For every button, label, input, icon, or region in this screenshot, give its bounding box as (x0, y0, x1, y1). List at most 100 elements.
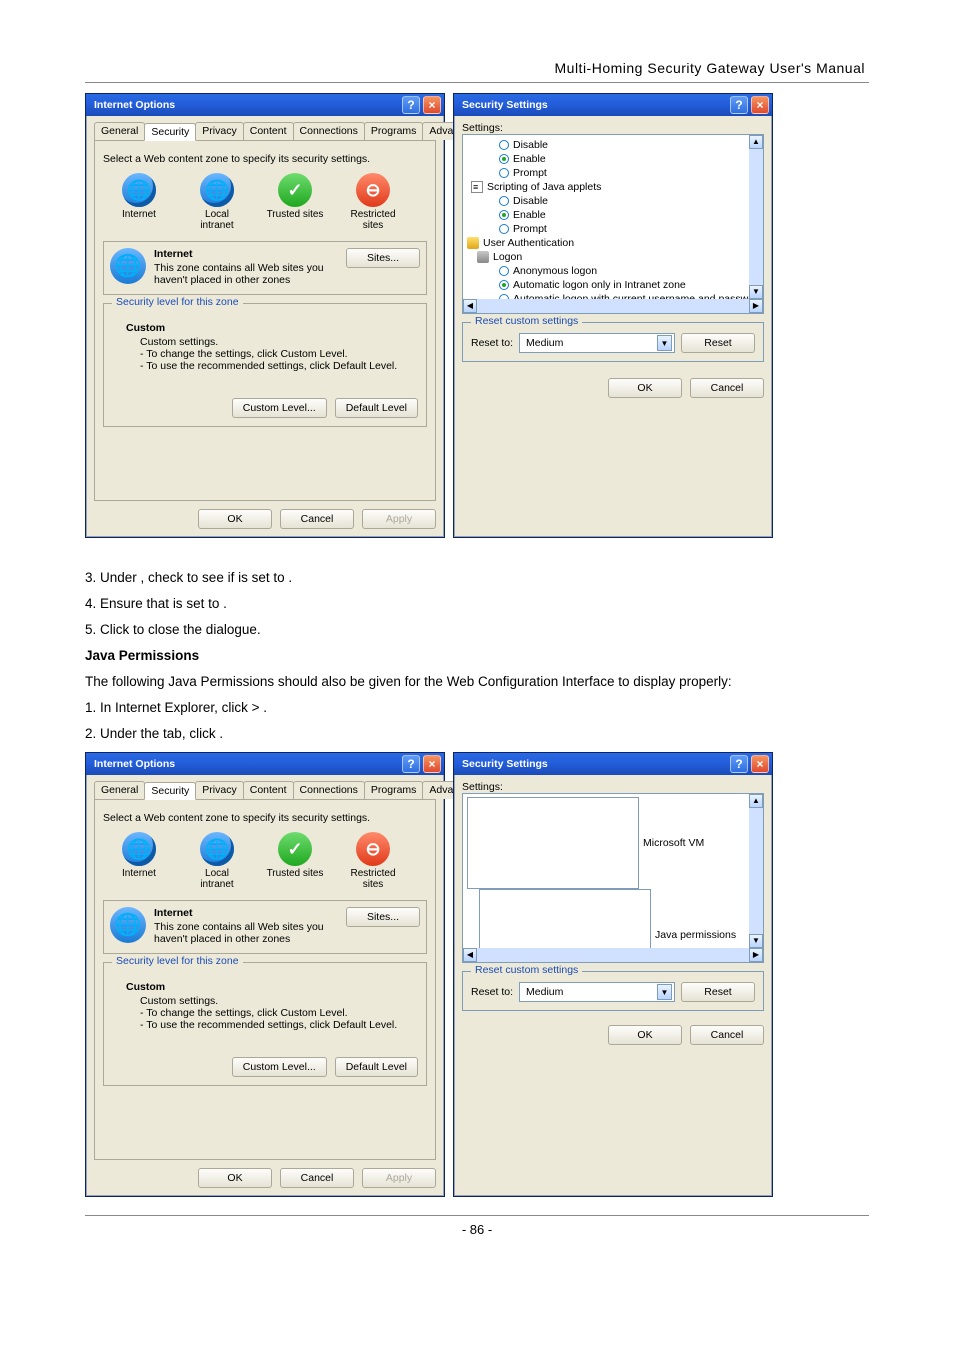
zone-description: This zone contains all Web sites you hav… (154, 262, 338, 286)
cancel-button[interactable]: Cancel (690, 378, 764, 398)
custom-level-button[interactable]: Custom Level... (232, 398, 327, 418)
tab-security[interactable]: Security (144, 782, 196, 800)
tab-general[interactable]: General (94, 781, 145, 799)
zone-trusted-sites[interactable]: Trusted sites (265, 832, 325, 890)
zone-local-intranet[interactable]: Local intranet (187, 832, 247, 890)
tab-privacy[interactable]: Privacy (195, 122, 243, 140)
zone-internet[interactable]: Internet (109, 173, 169, 231)
help-icon[interactable]: ? (730, 755, 748, 773)
globe-icon (200, 832, 234, 866)
io-instruction: Select a Web content zone to specify its… (103, 812, 427, 824)
zone-label: Trusted sites (267, 868, 324, 879)
ok-button[interactable]: OK (198, 509, 272, 529)
ok-button[interactable]: OK (608, 378, 682, 398)
category-java-permissions: Java permissions (655, 928, 736, 942)
close-icon[interactable]: × (423, 96, 441, 114)
zone-label: Internet (122, 209, 156, 220)
globe-icon (122, 832, 156, 866)
ok-button[interactable]: OK (198, 1168, 272, 1188)
cancel-button[interactable]: Cancel (280, 1168, 354, 1188)
tab-privacy[interactable]: Privacy (195, 781, 243, 799)
io-instruction: Select a Web content zone to specify its… (103, 153, 427, 165)
tab-general[interactable]: General (94, 122, 145, 140)
zone-restricted-sites[interactable]: Restricted sites (343, 832, 403, 890)
radio-icon[interactable] (499, 266, 509, 276)
close-icon[interactable]: × (423, 755, 441, 773)
globe-icon (200, 173, 234, 207)
sites-button[interactable]: Sites... (346, 248, 420, 268)
close-icon[interactable]: × (751, 96, 769, 114)
help-icon[interactable]: ? (402, 755, 420, 773)
chevron-down-icon[interactable]: ▼ (657, 984, 672, 1000)
page-icon (467, 797, 639, 889)
radio-icon[interactable] (499, 140, 509, 150)
radio-icon[interactable] (499, 154, 509, 164)
scroll-up-icon[interactable]: ▲ (749, 794, 763, 808)
radio-icon[interactable] (499, 280, 509, 290)
cancel-button[interactable]: Cancel (280, 509, 354, 529)
reset-button[interactable]: Reset (681, 333, 755, 353)
scroll-down-icon[interactable]: ▼ (749, 934, 763, 948)
ok-button[interactable]: OK (608, 1025, 682, 1045)
check-icon (278, 173, 312, 207)
zone-restricted-sites[interactable]: Restricted sites (343, 173, 403, 231)
doc-header: Multi-Homing Security Gateway User's Man… (85, 60, 869, 76)
body-text-1: 3. Under , check to see if is set to . 4… (85, 566, 869, 746)
zone-internet[interactable]: Internet (109, 832, 169, 890)
tab-security[interactable]: Security (144, 123, 196, 141)
custom-line: Custom settings. (140, 336, 418, 348)
tab-connections[interactable]: Connections (293, 781, 365, 799)
globe-icon (122, 173, 156, 207)
radio-icon[interactable] (499, 196, 509, 206)
sites-button[interactable]: Sites... (346, 907, 420, 927)
io2-titlebar: Internet Options ? × (86, 753, 444, 775)
step-3: 3. Under , check to see if is set to . (85, 566, 869, 590)
reset-select[interactable]: Medium ▼ (519, 333, 675, 353)
help-icon[interactable]: ? (402, 96, 420, 114)
custom-level-button[interactable]: Custom Level... (232, 1057, 327, 1077)
tab-content[interactable]: Content (243, 122, 294, 140)
tab-content[interactable]: Content (243, 781, 294, 799)
zone-list: Internet Local intranet Trusted sites Re… (103, 173, 427, 231)
default-level-button[interactable]: Default Level (335, 398, 418, 418)
apply-button[interactable]: Apply (362, 1168, 436, 1188)
horizontal-scrollbar[interactable]: ◀▶ (463, 948, 763, 962)
cancel-button[interactable]: Cancel (690, 1025, 764, 1045)
option-prompt: Prompt (513, 222, 547, 236)
step-4: 4. Ensure that is set to . (85, 592, 869, 616)
tab-connections[interactable]: Connections (293, 122, 365, 140)
java-perm-heading: Java Permissions (85, 644, 869, 668)
scroll-left-icon[interactable]: ◀ (463, 948, 477, 962)
scroll-right-icon[interactable]: ▶ (749, 948, 763, 962)
radio-icon[interactable] (499, 224, 509, 234)
settings-listbox[interactable]: Microsoft VM Java permissions Custom Dis… (462, 793, 764, 963)
reset-select[interactable]: Medium ▼ (519, 982, 675, 1002)
category-scripting: Scripting of Java applets (487, 180, 601, 194)
scroll-left-icon[interactable]: ◀ (463, 299, 477, 313)
help-icon[interactable]: ? (730, 96, 748, 114)
reset-button[interactable]: Reset (681, 982, 755, 1002)
tab-programs[interactable]: Programs (364, 122, 424, 140)
radio-icon[interactable] (499, 210, 509, 220)
option-enable: Enable (513, 208, 546, 222)
default-level-button[interactable]: Default Level (335, 1057, 418, 1077)
vertical-scrollbar[interactable]: ▲▼ (749, 794, 763, 948)
reset-legend: Reset custom settings (471, 315, 582, 327)
horizontal-scrollbar[interactable]: ◀▶ (463, 299, 763, 313)
scroll-down-icon[interactable]: ▼ (749, 285, 763, 299)
chevron-down-icon[interactable]: ▼ (657, 335, 672, 351)
page-number: - 86 - (85, 1222, 869, 1237)
tab-programs[interactable]: Programs (364, 781, 424, 799)
apply-button[interactable]: Apply (362, 509, 436, 529)
scroll-right-icon[interactable]: ▶ (749, 299, 763, 313)
radio-icon[interactable] (499, 168, 509, 178)
zone-local-intranet[interactable]: Local intranet (187, 173, 247, 231)
scroll-up-icon[interactable]: ▲ (749, 135, 763, 149)
custom-heading: Custom (126, 322, 418, 334)
zone-trusted-sites[interactable]: Trusted sites (265, 173, 325, 231)
settings-listbox[interactable]: Disable Enable Prompt Scripting of Java … (462, 134, 764, 314)
close-icon[interactable]: × (751, 755, 769, 773)
java-perm-para: The following Java Permissions should al… (85, 670, 869, 694)
vertical-scrollbar[interactable]: ▲▼ (749, 135, 763, 299)
java-step-1: 1. In Internet Explorer, click > . (85, 696, 869, 720)
